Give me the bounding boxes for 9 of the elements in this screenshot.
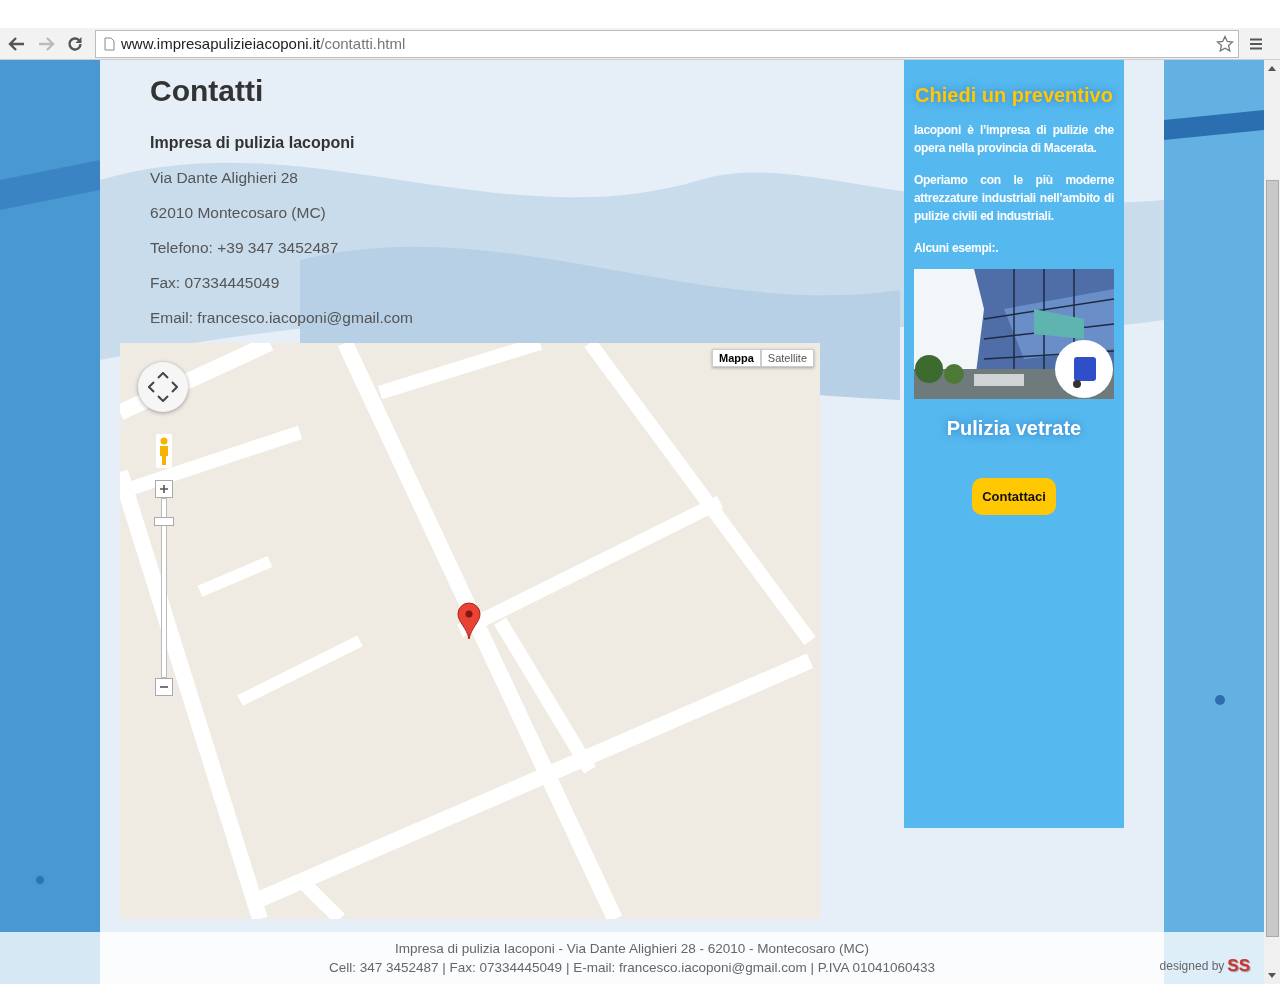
address-bar[interactable]: www.impresapulizieiacoponi.it/contatti.html [95, 29, 1239, 58]
page-icon [104, 36, 115, 51]
reload-icon[interactable] [66, 34, 84, 53]
back-icon[interactable] [8, 35, 26, 52]
scroll-up-icon[interactable] [1268, 65, 1276, 71]
scrollbar[interactable] [1264, 60, 1280, 984]
scroll-down-icon[interactable] [1268, 973, 1276, 979]
menu-icon[interactable] [1249, 36, 1263, 51]
star-icon[interactable] [1216, 34, 1234, 53]
